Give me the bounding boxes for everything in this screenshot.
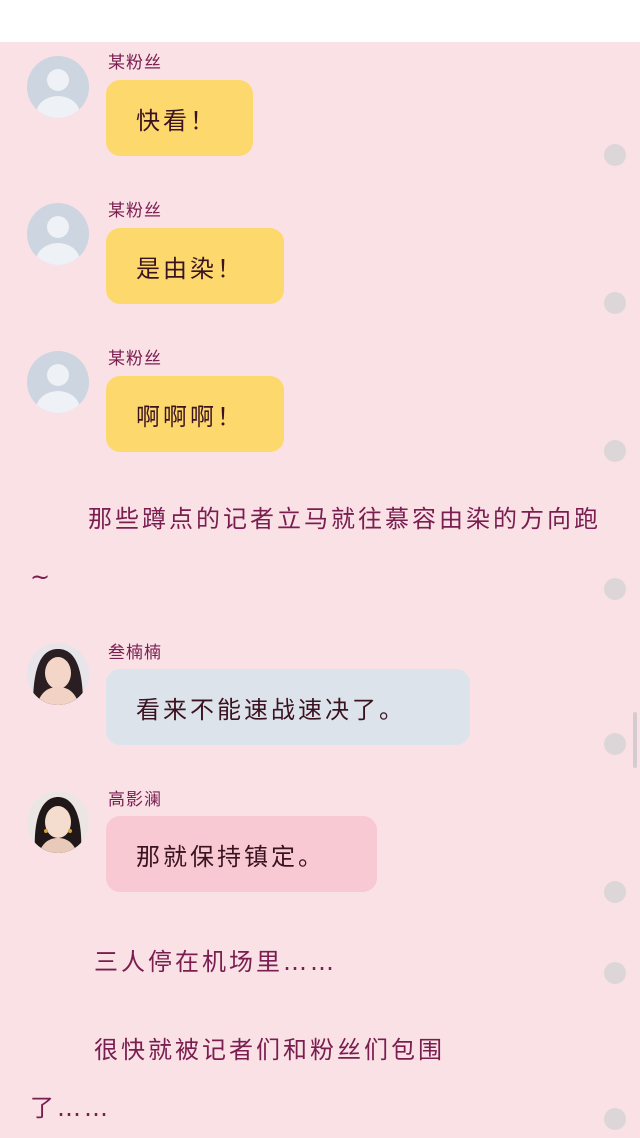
narration-line: 三人停在机场里……	[94, 948, 337, 976]
more-dot-icon[interactable]	[604, 292, 626, 314]
narration-line: 很快就被记者们和粉丝们包围了……	[30, 1036, 445, 1122]
default-avatar-icon[interactable]	[27, 351, 89, 413]
more-dot-icon[interactable]	[604, 440, 626, 462]
narration-text: 那些蹲点的记者立马就往慕容由染的方向跑~	[30, 490, 610, 606]
top-bar	[0, 0, 640, 42]
more-dot-icon[interactable]	[604, 733, 626, 755]
narration-text: 三人停在机场里……	[30, 933, 610, 991]
user-avatar[interactable]	[27, 643, 89, 705]
message-bubble[interactable]: 快看！	[106, 80, 253, 156]
more-dot-icon[interactable]	[604, 1108, 626, 1130]
sender-name: 高影澜	[108, 790, 162, 810]
message-bubble[interactable]: 看来不能速战速决了。	[106, 669, 470, 745]
user-avatar[interactable]	[27, 791, 89, 853]
default-avatar-icon[interactable]	[27, 203, 89, 265]
sender-name: 某粉丝	[108, 201, 162, 221]
more-dot-icon[interactable]	[604, 962, 626, 984]
sender-name: 某粉丝	[108, 53, 162, 73]
message-bubble[interactable]: 那就保持镇定。	[106, 816, 377, 892]
scrollbar[interactable]	[633, 712, 637, 768]
narration-line: 那些蹲点的记者立马就往慕容由染的方向跑~	[30, 505, 601, 591]
more-dot-icon[interactable]	[604, 144, 626, 166]
narration-text: 很快就被记者们和粉丝们包围了……	[30, 1021, 500, 1137]
default-avatar-icon[interactable]	[27, 56, 89, 118]
more-dot-icon[interactable]	[604, 578, 626, 600]
message-bubble[interactable]: 是由染！	[106, 228, 284, 304]
message-bubble[interactable]: 啊啊啊！	[106, 376, 284, 452]
sender-name: 某粉丝	[108, 349, 162, 369]
sender-name: 叁楠楠	[108, 643, 162, 663]
more-dot-icon[interactable]	[604, 881, 626, 903]
